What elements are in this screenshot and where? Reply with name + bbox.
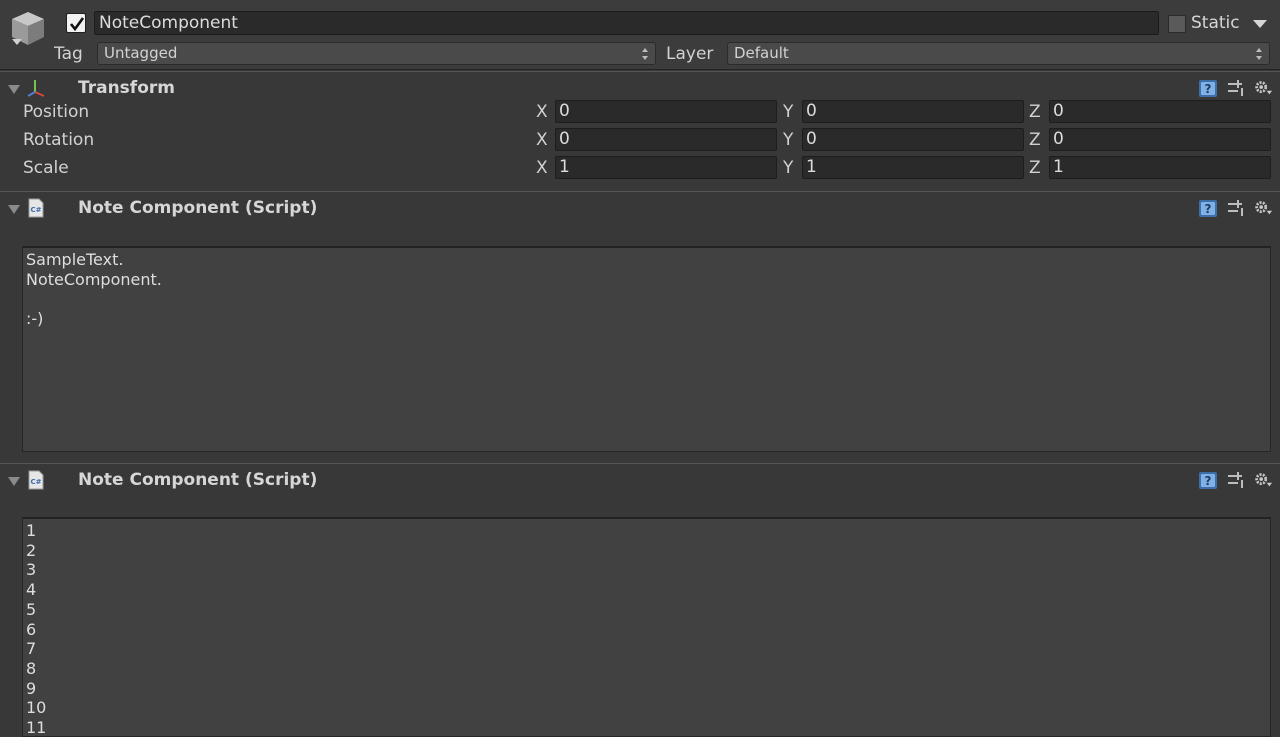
position-x-field[interactable]: 0 <box>555 100 777 123</box>
x-axis-label[interactable]: X <box>536 156 548 180</box>
gear-icon[interactable] <box>1253 78 1273 98</box>
layer-label: Layer <box>666 44 714 64</box>
active-checkbox[interactable] <box>66 13 86 33</box>
note-line: 8 <box>26 658 37 678</box>
inspector-header: NoteComponent Static Tag Untagged Layer … <box>0 0 1280 70</box>
x-axis-label[interactable]: X <box>536 100 548 124</box>
updown-arrows-icon <box>1256 48 1262 60</box>
note-component-title: Note Component (Script) <box>78 198 318 218</box>
note-line: 11 <box>26 718 47 737</box>
y-axis-label[interactable]: Y <box>783 128 793 152</box>
note-line: 5 <box>26 599 37 619</box>
svg-text:?: ? <box>1205 474 1212 488</box>
rotation-label: Rotation <box>23 130 95 150</box>
static-checkbox[interactable] <box>1168 15 1186 33</box>
csharp-script-icon: C# <box>28 470 44 490</box>
object-name-field[interactable]: NoteComponent <box>94 11 1159 35</box>
scale-x-field[interactable]: 1 <box>555 156 777 179</box>
preset-icon[interactable] <box>1226 470 1246 490</box>
help-icon[interactable]: ? <box>1198 78 1218 98</box>
svg-text:C#: C# <box>30 478 41 486</box>
svg-text:?: ? <box>1205 82 1212 96</box>
rotation-y-field[interactable]: 0 <box>802 128 1024 151</box>
z-axis-label[interactable]: Z <box>1029 100 1041 124</box>
note-text-area[interactable]: SampleText. NoteComponent. :-) <box>22 246 1271 452</box>
scale-z-field[interactable]: 1 <box>1049 156 1271 179</box>
gear-icon[interactable] <box>1253 470 1273 490</box>
gear-icon[interactable] <box>1253 198 1273 218</box>
svg-text:C#: C# <box>30 206 41 214</box>
rotation-z-field[interactable]: 0 <box>1049 128 1271 151</box>
updown-arrows-icon <box>642 48 648 60</box>
scale-y-field[interactable]: 1 <box>802 156 1024 179</box>
foldout-arrow-icon[interactable] <box>8 476 20 486</box>
note-component-title: Note Component (Script) <box>78 470 318 490</box>
help-icon[interactable]: ? <box>1198 198 1218 218</box>
note-line <box>26 289 1270 309</box>
position-row: Position X 0 Y 0 Z 0 <box>0 99 1280 125</box>
csharp-script-icon: C# <box>28 198 44 218</box>
scale-row: Scale X 1 Y 1 Z 1 <box>0 155 1280 181</box>
note-line: 2 <box>26 540 37 560</box>
transform-axes-icon <box>27 80 45 97</box>
note-line: 7 <box>26 639 37 659</box>
position-y-field[interactable]: 0 <box>802 100 1024 123</box>
static-label: Static <box>1191 13 1240 33</box>
preset-icon[interactable] <box>1226 78 1246 98</box>
note-component-1-header[interactable]: C# Note Component (Script) ? <box>0 192 1280 224</box>
note-text-area[interactable]: 1 2 3 4 5 6 7 8 9 10 11 <box>22 517 1271 737</box>
tag-dropdown[interactable]: Untagged <box>97 42 656 65</box>
note-line: 3 <box>26 560 37 580</box>
note-line: 10 <box>26 698 47 718</box>
note-line: NoteComponent. <box>26 269 162 289</box>
note-line: 6 <box>26 619 37 639</box>
checkmark-icon <box>69 17 85 32</box>
foldout-arrow-icon[interactable] <box>8 84 20 94</box>
z-axis-label[interactable]: Z <box>1029 156 1041 180</box>
z-axis-label[interactable]: Z <box>1029 128 1041 152</box>
svg-text:?: ? <box>1205 202 1212 216</box>
layer-dropdown[interactable]: Default <box>727 42 1270 65</box>
help-icon[interactable]: ? <box>1198 470 1218 490</box>
note-line: 9 <box>26 678 37 698</box>
tag-label: Tag <box>54 44 83 64</box>
position-z-field[interactable]: 0 <box>1049 100 1271 123</box>
transform-component: Transform ? Position X 0 Y 0 Z 0 Rotatio… <box>0 71 1280 191</box>
x-axis-label[interactable]: X <box>536 128 548 152</box>
tag-value: Untagged <box>104 44 178 62</box>
static-dropdown-arrow-icon[interactable] <box>1252 16 1268 30</box>
note-line: 1 <box>26 521 37 540</box>
note-component-2-header[interactable]: C# Note Component (Script) ? <box>0 464 1280 496</box>
layer-value: Default <box>734 44 789 62</box>
note-line: 4 <box>26 580 37 600</box>
position-label: Position <box>23 102 90 122</box>
rotation-x-field[interactable]: 0 <box>555 128 777 151</box>
note-component-2: C# Note Component (Script) ? 1 2 3 4 5 6 7 8 9 10… <box>0 463 1280 737</box>
note-component-1: C# Note Component (Script) ? SampleText.… <box>0 191 1280 463</box>
y-axis-label[interactable]: Y <box>783 100 793 124</box>
foldout-arrow-icon[interactable] <box>8 204 20 214</box>
preset-icon[interactable] <box>1226 198 1246 218</box>
note-line: :-) <box>26 309 44 329</box>
rotation-row: Rotation X 0 Y 0 Z 0 <box>0 127 1280 153</box>
transform-title: Transform <box>78 78 175 98</box>
note-line: SampleText. <box>26 250 124 269</box>
y-axis-label[interactable]: Y <box>783 156 793 180</box>
scale-label: Scale <box>23 158 69 178</box>
cube-icon <box>8 9 48 47</box>
